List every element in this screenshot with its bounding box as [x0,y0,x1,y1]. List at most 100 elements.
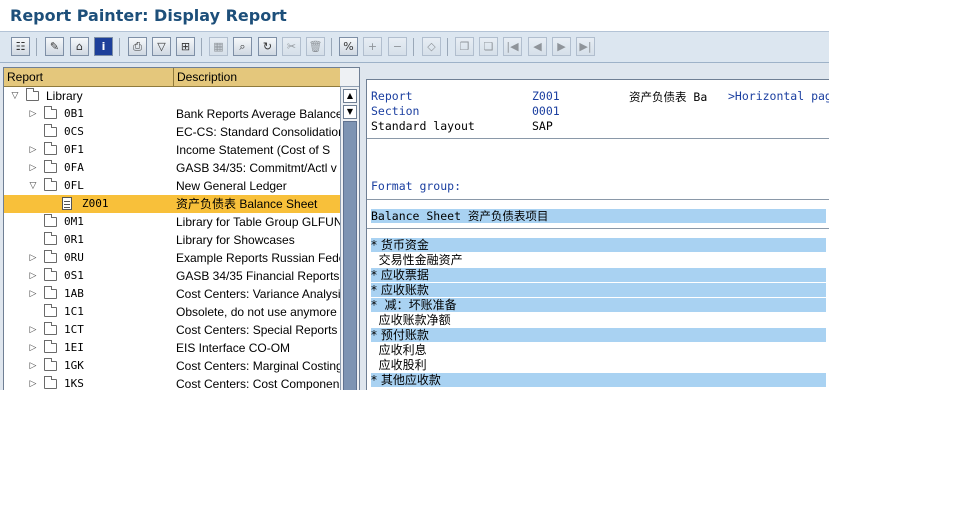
tree-row[interactable]: ▷ 1EI EIS Interface CO-OM [4,339,340,357]
tree-row[interactable]: ▷ 0S1 GASB 34/35 Financial Reports [4,267,340,285]
last-page-icon[interactable]: ▶| [576,37,595,56]
tree-row[interactable]: 0CS EC-CS: Standard Consolidation [4,123,340,141]
expand-arrow-closed-icon[interactable]: ▷ [28,267,38,285]
folder-icon [44,358,57,371]
filter-icon[interactable]: ▽ [152,37,171,56]
tree-row-code: 0S1 [64,269,84,282]
balance-item-row[interactable] [371,388,826,390]
tree-row-description: Income Statement (Cost of S [176,143,331,157]
folder-icon [44,214,57,227]
tree-header-corner [340,68,359,87]
tree-row[interactable]: ▷ 1GK Cost Centers: Marginal Costing [4,357,340,375]
search-icon[interactable]: ⌕ [233,37,252,56]
expand-arrow-closed-icon[interactable]: ▷ [28,339,38,357]
toolbar-separator [447,38,448,56]
tree-icon[interactable]: ⊞ [176,37,195,56]
print-icon[interactable]: ⎙ [128,37,147,56]
first-page-icon[interactable]: |◀ [503,37,522,56]
balance-item-row[interactable]: * 其他应收款 [371,373,826,387]
tree-scrollbar[interactable]: ▲ ▼ [340,87,359,390]
trash-icon[interactable]: 🗑 [306,37,325,56]
balance-item-row[interactable]: * 减：坏账准备 [371,298,826,312]
tree-row-description: Cost Centers: Special Reports [176,323,338,337]
balance-item-row[interactable]: * 应收账款 [371,283,826,297]
tree-row-description: Cost Centers: Marginal Costing [176,359,340,373]
window-title: Report Painter: Display Report [10,6,287,25]
tree-row-code: 0FA [64,161,84,174]
expand-arrow-closed-icon[interactable]: ▷ [28,141,38,159]
edit-pencil-icon[interactable]: ✎ [45,37,64,56]
eraser-icon[interactable]: ◇ [422,37,441,56]
balance-item-row[interactable]: 应收股利 [371,358,826,372]
tree-row-description: Library for Showcases [176,233,295,247]
balance-item-row[interactable]: * 应收票据 [371,268,826,282]
remove-row-icon[interactable]: − [388,37,407,56]
tree-row[interactable]: Z001 资产负债表 Balance Sheet [4,195,340,213]
tree-row-description: EC-CS: Standard Consolidation [176,125,340,139]
scroll-down-button[interactable]: ▼ [343,105,357,119]
layout-label: Standard layout [371,119,475,133]
folder-icon [26,88,39,101]
expand-arrow-closed-icon[interactable]: ▷ [28,321,38,339]
tree-row[interactable]: ▽ Library [4,87,340,105]
copy-icon[interactable]: ❐ [455,37,474,56]
tree-row[interactable]: ▷ 1AB Cost Centers: Variance Analysi [4,285,340,303]
tree-row[interactable]: ▷ 0B1 Bank Reports Average Balance [4,105,340,123]
expand-arrow-closed-icon[interactable]: ▷ [28,105,38,123]
hierarchy-icon[interactable]: ☷ [11,37,30,56]
column-header-description[interactable]: Description [174,68,340,86]
tree-row-code: 0B1 [64,107,84,120]
balance-item-row[interactable]: * 预付账款 [371,328,826,342]
spreadsheet-icon[interactable]: ▦ [209,37,228,56]
tree-row[interactable]: ▽ 0FL New General Ledger [4,177,340,195]
toolbar-separator [201,38,202,56]
tree-row-description [176,87,340,105]
expand-arrow-closed-icon[interactable]: ▷ [28,357,38,375]
tree-row-description: Library for Table Group GLFUN [176,215,340,229]
tree-row[interactable]: ▷ 0FA GASB 34/35: Commitmt/Actl v [4,159,340,177]
scroll-thumb[interactable] [343,121,357,390]
expand-arrow-open-icon[interactable]: ▽ [10,87,20,105]
add-row-icon[interactable]: + [363,37,382,56]
scissors-icon[interactable]: ✂ [282,37,301,56]
structure-icon[interactable]: ⌂ [70,37,89,56]
paste-icon[interactable]: ❏ [479,37,498,56]
tree-row[interactable]: 1C1 Obsolete, do not use anymore [4,303,340,321]
divider [367,199,829,200]
expand-arrow-open-icon[interactable]: ▽ [28,177,38,195]
tree-row[interactable]: ▷ 0F1 Income Statement (Cost of S [4,141,340,159]
expand-arrow-closed-icon[interactable]: ▷ [28,285,38,303]
expand-arrow-closed-icon[interactable]: ▷ [28,249,38,267]
refresh-icon[interactable]: ↻ [258,37,277,56]
tree-row-description: Example Reports Russian Fede [176,251,340,265]
tree-row-description: Cost Centers: Variance Analysi [176,287,340,301]
tree-row[interactable]: 0M1 Library for Table Group GLFUN [4,213,340,231]
tree-row-code: 0CS [64,125,84,138]
balance-sheet-row[interactable]: Balance Sheet 资产负债表项目 [371,209,826,223]
tree-row[interactable]: ▷ 1KS Cost Centers: Cost Componen [4,375,340,390]
folder-icon [44,286,57,299]
application-toolbar: ☷ ✎ ⌂ i ⎙ ▽ ⊞ ▦ ⌕ ↻ ✂ 🗑 % + − ◇ ❐ ❏ |◀ ◀… [0,31,829,63]
balance-item-row[interactable]: 应收账款净额 [371,313,826,327]
tree-row-code: 1C1 [64,305,84,318]
sap-window: Report Painter: Display Report ☷ ✎ ⌂ i ⎙… [0,0,829,390]
tree-row[interactable]: 0R1 Library for Showcases [4,231,340,249]
balance-item-row[interactable]: 交易性金融资产 [371,253,826,267]
tree-row[interactable]: ▷ 1CT Cost Centers: Special Reports [4,321,340,339]
folder-icon [44,232,57,245]
info-icon[interactable]: i [94,37,113,56]
variable-icon[interactable]: % [339,37,358,56]
expand-arrow-closed-icon[interactable]: ▷ [28,375,38,390]
balance-item-row[interactable]: 应收利息 [371,343,826,357]
expand-arrow-closed-icon[interactable]: ▷ [28,159,38,177]
column-header-report[interactable]: Report [4,68,174,86]
report-label: Report [371,89,413,103]
tree-row[interactable]: ▷ 0RU Example Reports Russian Fede [4,249,340,267]
tree-row-description: 资产负债表 Balance Sheet [176,197,318,211]
scroll-up-button[interactable]: ▲ [343,89,357,103]
document-icon [62,197,72,210]
balance-item-row[interactable]: * 货币资金 [371,238,826,252]
next-page-icon[interactable]: ▶ [552,37,571,56]
previous-page-icon[interactable]: ◀ [528,37,547,56]
tree-row-code: 1KS [64,377,84,390]
